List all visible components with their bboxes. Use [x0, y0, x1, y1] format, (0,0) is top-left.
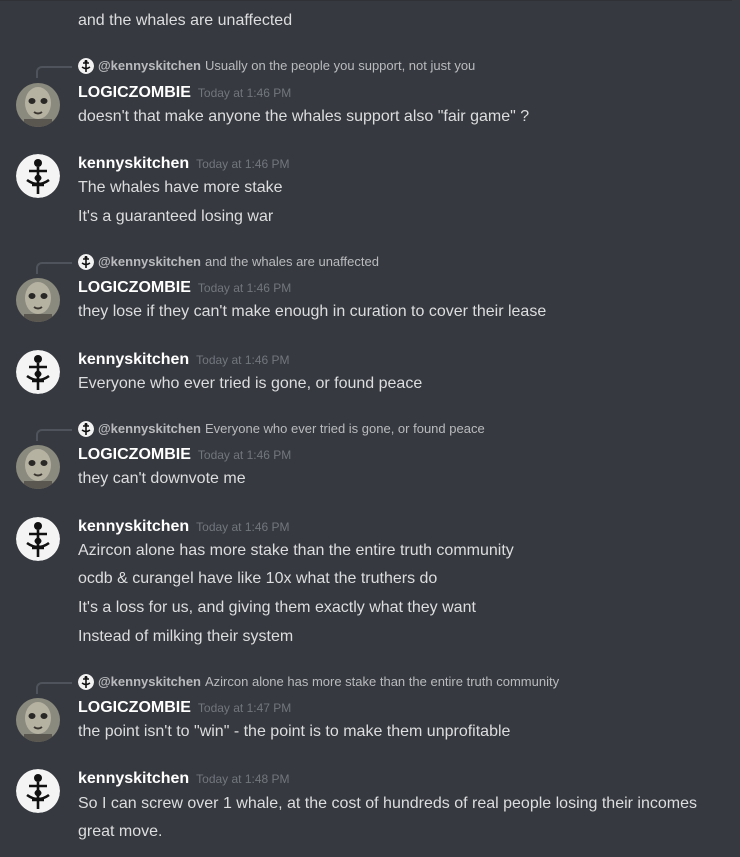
message-line: Everyone who ever tried is gone, or foun… — [78, 375, 423, 392]
kennyskitchen-avatar[interactable] — [16, 154, 60, 198]
message-line: ocdb & curangel have like 10x what the t… — [78, 570, 438, 587]
logiczombie-avatar[interactable] — [16, 278, 60, 322]
message-line: It's a guaranteed losing war — [78, 208, 274, 225]
message-line: So I can screw over 1 whale, at the cost… — [78, 795, 698, 812]
message-line: they can't downvote me — [78, 470, 246, 487]
message-header: kennyskitchen Today at 1:46 PM — [78, 349, 290, 371]
reply-spine — [36, 262, 72, 274]
message-header: kennyskitchen Today at 1:46 PM — [78, 516, 290, 538]
message-line: The whales have more stake — [78, 179, 283, 196]
message-header: LOGICZOMBIE Today at 1:47 PM — [78, 697, 291, 719]
kennyskitchen-small-avatar-icon — [78, 253, 94, 270]
reply-spine — [36, 66, 72, 78]
timestamp: Today at 1:46 PM — [197, 281, 292, 295]
author-name[interactable]: LOGICZOMBIE — [78, 699, 191, 716]
message-line: and the whales are unaffected — [78, 12, 293, 29]
author-name[interactable]: LOGICZOMBIE — [78, 446, 191, 463]
kennyskitchen-small-avatar-icon — [78, 57, 94, 74]
reply-author[interactable]: @kennyskitchen — [98, 421, 201, 436]
reply-text[interactable]: Usually on the people you support, not j… — [205, 58, 475, 73]
reply-spine — [36, 682, 72, 694]
message-header: LOGICZOMBIE Today at 1:46 PM — [78, 444, 291, 466]
reply-author[interactable]: @kennyskitchen — [98, 674, 201, 689]
timestamp: Today at 1:46 PM — [196, 157, 290, 171]
kennyskitchen-avatar[interactable] — [16, 517, 60, 561]
top-divider — [0, 0, 732, 5]
message-header: kennyskitchen Today at 1:48 PM — [78, 768, 290, 790]
author-name[interactable]: kennyskitchen — [78, 155, 189, 172]
author-name[interactable]: LOGICZOMBIE — [78, 279, 191, 296]
message-header: LOGICZOMBIE Today at 1:46 PM — [78, 82, 291, 104]
reply-preview[interactable]: @kennyskitchen Everyone who ever tried is… — [78, 420, 485, 438]
timestamp: Today at 1:46 PM — [196, 520, 290, 534]
kennyskitchen-avatar[interactable] — [16, 350, 60, 394]
timestamp: Today at 1:48 PM — [196, 772, 290, 786]
author-name[interactable]: LOGICZOMBIE — [78, 84, 191, 101]
message-line: Instead of milking their system — [78, 628, 294, 645]
reply-author[interactable]: @kennyskitchen — [98, 58, 201, 73]
logiczombie-avatar[interactable] — [16, 698, 60, 742]
reply-spine — [36, 429, 72, 441]
kennyskitchen-small-avatar-icon — [78, 420, 94, 437]
reply-preview[interactable]: @kennyskitchen Azircon alone has more sta… — [78, 673, 559, 691]
reply-text[interactable]: Everyone who ever tried is gone, or foun… — [205, 421, 485, 436]
reply-text[interactable]: and the whales are unaffected — [205, 254, 379, 269]
message-line: they lose if they can't make enough in c… — [78, 303, 547, 320]
kennyskitchen-avatar[interactable] — [16, 769, 60, 813]
logiczombie-avatar[interactable] — [16, 83, 60, 127]
kennyskitchen-small-avatar-icon — [78, 673, 94, 690]
reply-preview[interactable]: @kennyskitchen Usually on the people you … — [78, 57, 475, 75]
author-name[interactable]: kennyskitchen — [78, 770, 189, 787]
message-line: It's a loss for us, and giving them exac… — [78, 599, 476, 616]
timestamp: Today at 1:46 PM — [196, 353, 290, 367]
message-line: doesn't that make anyone the whales supp… — [78, 108, 530, 125]
message-line: great move. — [78, 823, 163, 840]
message-header: kennyskitchen Today at 1:46 PM — [78, 153, 290, 175]
reply-preview[interactable]: @kennyskitchen and the whales are unaffec… — [78, 253, 379, 271]
timestamp: Today at 1:46 PM — [197, 448, 292, 462]
timestamp: Today at 1:47 PM — [197, 701, 292, 715]
author-name[interactable]: kennyskitchen — [78, 518, 189, 535]
message-header: LOGICZOMBIE Today at 1:46 PM — [78, 277, 291, 299]
author-name[interactable]: kennyskitchen — [78, 351, 189, 368]
timestamp: Today at 1:46 PM — [197, 86, 292, 100]
reply-text[interactable]: Azircon alone has more stake than the en… — [205, 674, 559, 689]
logiczombie-avatar[interactable] — [16, 445, 60, 489]
message-line: the point isn't to "win" - the point is … — [78, 723, 511, 740]
message-line: Azircon alone has more stake than the en… — [78, 542, 514, 559]
reply-author[interactable]: @kennyskitchen — [98, 254, 201, 269]
